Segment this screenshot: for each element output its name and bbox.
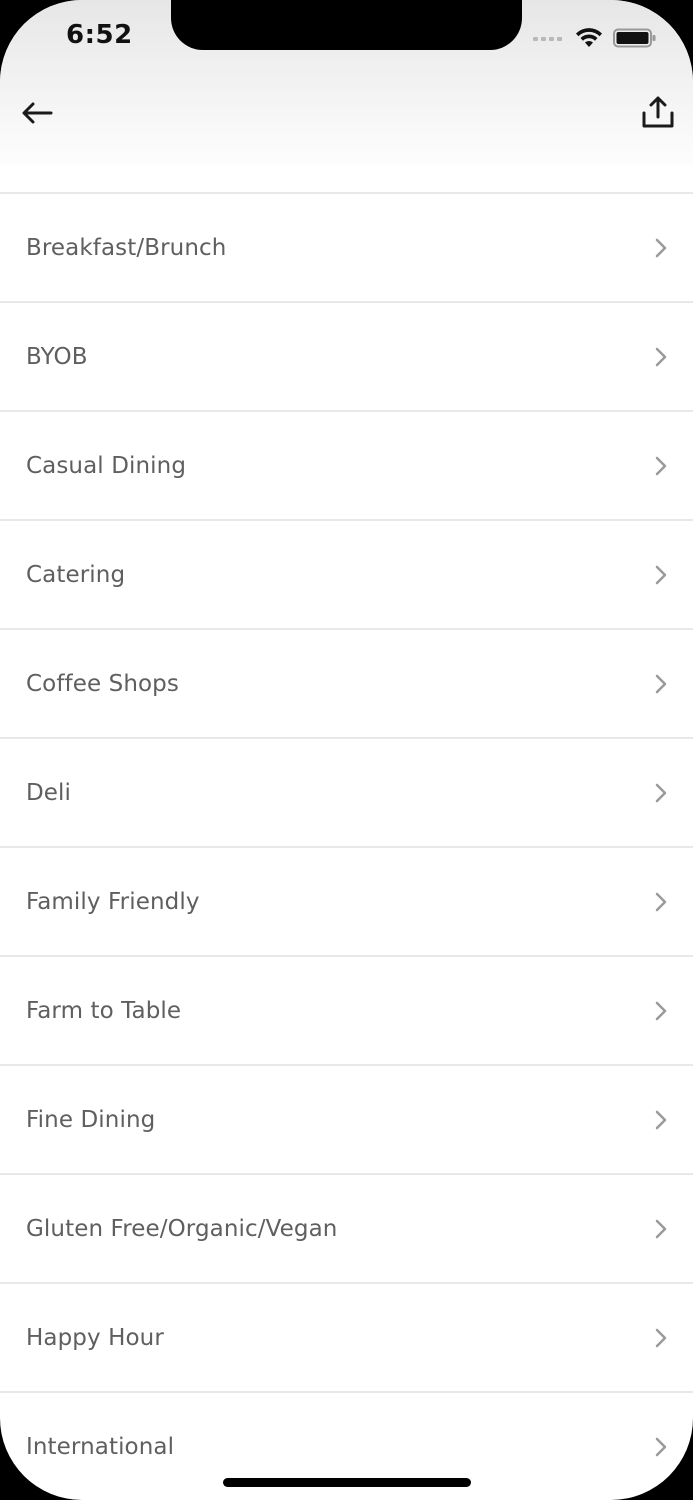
device-frame: 6:52 Breakfast/Brunch BYOB Casual Dining… [0,0,693,1500]
category-row[interactable]: Farm to Table [0,957,693,1066]
chevron-right-icon [654,674,668,694]
category-label: Catering [26,561,126,588]
chevron-right-icon [654,892,668,912]
category-row[interactable]: BYOB [0,303,693,412]
category-row[interactable]: Happy Hour [0,1284,693,1393]
category-row[interactable]: Casual Dining [0,412,693,521]
category-label: Happy Hour [26,1324,164,1351]
category-row[interactable]: Gluten Free/Organic/Vegan [0,1175,693,1284]
category-row[interactable]: Catering [0,521,693,630]
category-label: Gluten Free/Organic/Vegan [26,1215,338,1242]
arrow-left-icon [22,102,53,124]
category-row[interactable]: Family Friendly [0,848,693,957]
chevron-right-icon [654,1110,668,1130]
category-label: Coffee Shops [26,670,179,697]
chevron-right-icon [654,456,668,476]
category-label: Farm to Table [26,997,182,1024]
category-label: Breakfast/Brunch [26,234,227,261]
category-label: Deli [26,779,72,806]
category-list: Breakfast/Brunch BYOB Casual Dining Cate… [0,194,693,1500]
chevron-right-icon [654,1219,668,1239]
device-notch [171,0,522,50]
category-label: Family Friendly [26,888,200,915]
category-row[interactable]: Fine Dining [0,1066,693,1175]
category-label: International [26,1433,175,1460]
chevron-right-icon [654,565,668,585]
back-button[interactable] [18,94,56,132]
battery-icon [613,28,656,48]
chevron-right-icon [654,238,668,258]
share-upload-icon [642,96,674,128]
chevron-right-icon [654,1437,668,1457]
share-button[interactable] [639,92,677,132]
cellular-signal-icon [533,37,562,41]
app-screen: 6:52 Breakfast/Brunch BYOB Casual Dining… [0,0,693,1500]
home-indicator[interactable] [223,1478,471,1487]
category-row[interactable]: Coffee Shops [0,630,693,739]
category-label: BYOB [26,343,88,370]
chevron-right-icon [654,1328,668,1348]
status-time: 6:52 [66,20,133,50]
category-row[interactable]: Deli [0,739,693,848]
chevron-right-icon [654,347,668,367]
category-row[interactable]: Breakfast/Brunch [0,194,693,303]
status-icons [533,26,657,50]
header-bar: 6:52 [0,0,693,166]
chevron-right-icon [654,783,668,803]
chevron-right-icon [654,1001,668,1021]
category-label: Casual Dining [26,452,187,479]
category-label: Fine Dining [26,1106,156,1133]
wifi-icon [576,28,602,47]
